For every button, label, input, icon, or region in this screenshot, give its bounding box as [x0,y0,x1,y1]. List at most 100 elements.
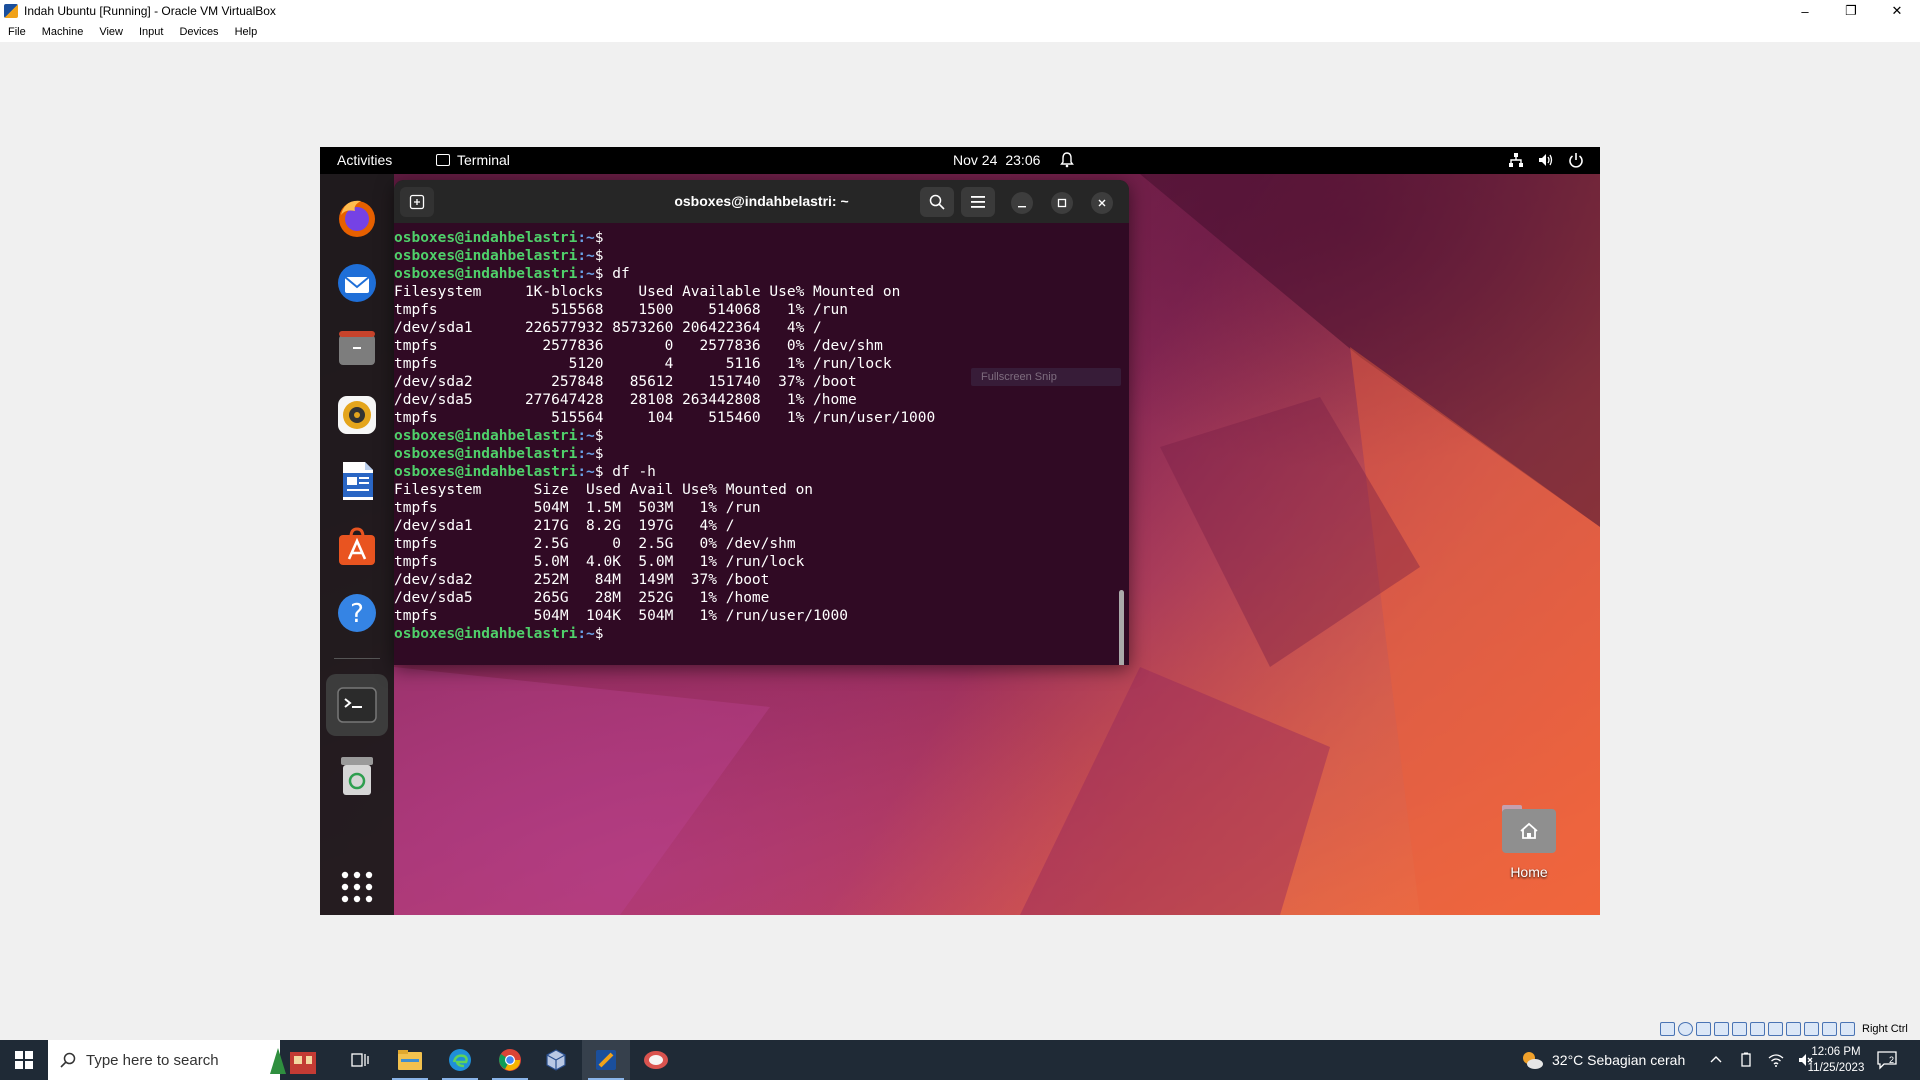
hard-disk-icon[interactable] [1660,1022,1675,1036]
terminal-icon [337,687,377,723]
network-icon[interactable] [1508,152,1524,168]
dock-help[interactable]: ? [334,590,380,636]
terminal-menu-button[interactable] [961,187,995,217]
network-adapter-icon[interactable] [1714,1022,1729,1036]
home-folder-icon[interactable] [1502,805,1556,853]
close-icon [1098,199,1106,207]
taskbar-virtualbox-manager[interactable] [532,1040,580,1080]
terminal-output-line: /dev/sda1 226577932 8573260 206422364 4%… [394,320,822,336]
prompt-symbol: $ [594,626,604,642]
terminal-prompt-line: osboxes@indahbelastri:~$ [394,625,1129,643]
topbar-app-name: Terminal [457,152,510,168]
windows-taskbar: Type here to search 32°C Sebagian cerah … [0,1040,1920,1080]
dock-rhythmbox[interactable] [334,392,380,438]
clock-date: 11/25/2023 [1807,1062,1865,1074]
start-button[interactable] [0,1040,48,1080]
terminal-output-line: /dev/sda2 252M 84M 149M 37% /boot [394,572,770,588]
terminal-window[interactable]: osboxes@indahbelastri: ~ osboxes@indahbe… [394,180,1129,665]
minimize-icon [1018,206,1026,208]
terminal-prompt-line: osboxes@indahbelastri:~$ df [394,265,1129,283]
prompt-user: osboxes@indahbelastri [394,464,578,480]
taskbar-chrome[interactable] [486,1040,534,1080]
guest-screen[interactable]: Activities Terminal Nov 24 23:06 ? osbox… [320,147,1600,915]
taskbar-vm-window[interactable] [582,1040,630,1080]
prompt-command: df [603,266,630,282]
system-tray[interactable] [1508,152,1584,168]
dock-terminal[interactable] [326,674,388,736]
mouse-integration-icon[interactable] [1822,1022,1837,1036]
menu-devices[interactable]: Devices [179,26,218,38]
restore-button[interactable]: ❐ [1828,0,1874,22]
terminal-prompt-line: osboxes@indahbelastri:~$ [394,427,1129,445]
search-icon [60,1052,76,1068]
clock-time: 12:06 PM [1811,1046,1861,1058]
terminal-close-button[interactable] [1091,192,1113,214]
activities-button[interactable]: Activities [337,152,392,168]
menu-view[interactable]: View [99,26,123,38]
optical-drive-icon[interactable] [1678,1022,1693,1036]
dock-writer[interactable] [334,458,380,504]
taskbar-search[interactable]: Type here to search [48,1040,280,1080]
rhythmbox-icon [338,396,376,434]
partly-sunny-icon [1523,1052,1543,1069]
taskbar-file-explorer[interactable] [386,1040,434,1080]
dock-files[interactable] [334,326,380,372]
terminal-prompt-line: osboxes@indahbelastri:~$ [394,229,1129,247]
terminal-output-line: Filesystem Size Used Avail Use% Mounted … [394,482,814,498]
power-icon[interactable] [1568,152,1584,168]
display-icon[interactable] [1768,1022,1783,1036]
dock-app-center[interactable] [334,524,380,570]
terminal-search-button[interactable] [920,187,954,217]
topbar-clock[interactable]: Nov 24 23:06 [953,152,1040,168]
prompt-path: :~ [577,626,595,642]
terminal-output-line: tmpfs 504M 104K 504M 1% /run/user/1000 [394,608,848,624]
dock-show-apps[interactable] [334,864,380,910]
terminal-maximize-button[interactable] [1051,192,1073,214]
vt-x-icon[interactable] [1804,1022,1819,1036]
menu-input[interactable]: Input [139,26,163,38]
search-highlight-icon [270,1048,316,1074]
menu-machine[interactable]: Machine [42,26,84,38]
taskbar-edge[interactable] [436,1040,484,1080]
virtualbox-vm-icon [596,1050,616,1070]
prompt-path: :~ [577,266,595,282]
wifi-icon[interactable] [1768,1052,1784,1068]
topbar-app-menu[interactable]: Terminal [436,152,510,168]
action-center-icon[interactable]: 2 [1876,1050,1898,1070]
notification-bell-icon[interactable] [1060,152,1074,168]
terminal-minimize-button[interactable] [1011,192,1033,214]
terminal-output-line: tmpfs 2577836 0 2577836 0% /dev/shm [394,338,883,354]
virtualbox-icon [4,4,18,18]
shared-folders-icon[interactable] [1750,1022,1765,1036]
new-tab-button[interactable] [400,187,434,217]
terminal-headerbar[interactable]: osboxes@indahbelastri: ~ [394,180,1129,223]
search-placeholder: Type here to search [86,1051,219,1069]
dock-firefox[interactable] [334,194,380,240]
close-button[interactable]: ✕ [1874,0,1920,22]
terminal-scrollbar[interactable] [1119,590,1124,665]
show-hidden-icons-chevron-icon[interactable] [1708,1052,1724,1068]
vbox-menubar: File Machine View Input Devices Help [0,22,1920,42]
help-icon: ? [338,594,376,632]
weather-widget[interactable]: 32°C Sebagian cerah [1520,1050,1685,1070]
keyboard-capture-icon[interactable] [1840,1022,1855,1036]
taskbar-clock[interactable]: 12:06 PM 11/25/2023 [1800,1044,1872,1076]
minimize-button[interactable]: – [1782,0,1828,22]
volume-icon[interactable] [1538,152,1554,168]
terminal-output[interactable]: osboxes@indahbelastri:~$ osboxes@indahbel… [394,223,1129,665]
audio-icon[interactable] [1696,1022,1711,1036]
task-view-button[interactable] [336,1040,384,1080]
prompt-path: :~ [577,230,595,246]
usb-icon[interactable] [1732,1022,1747,1036]
terminal-output-line: tmpfs 504M 1.5M 503M 1% /run [394,500,761,516]
battery-device-icon[interactable] [1738,1052,1754,1068]
taskbar-app-extra[interactable] [632,1040,680,1080]
menu-file[interactable]: File [8,26,26,38]
menu-help[interactable]: Help [235,26,258,38]
host-key-label: Right Ctrl [1862,1023,1908,1035]
prompt-user: osboxes@indahbelastri [394,626,578,642]
prompt-symbol: $ [594,266,604,282]
dock-trash[interactable] [334,752,380,798]
recording-icon[interactable] [1786,1022,1801,1036]
dock-thunderbird[interactable] [334,260,380,306]
